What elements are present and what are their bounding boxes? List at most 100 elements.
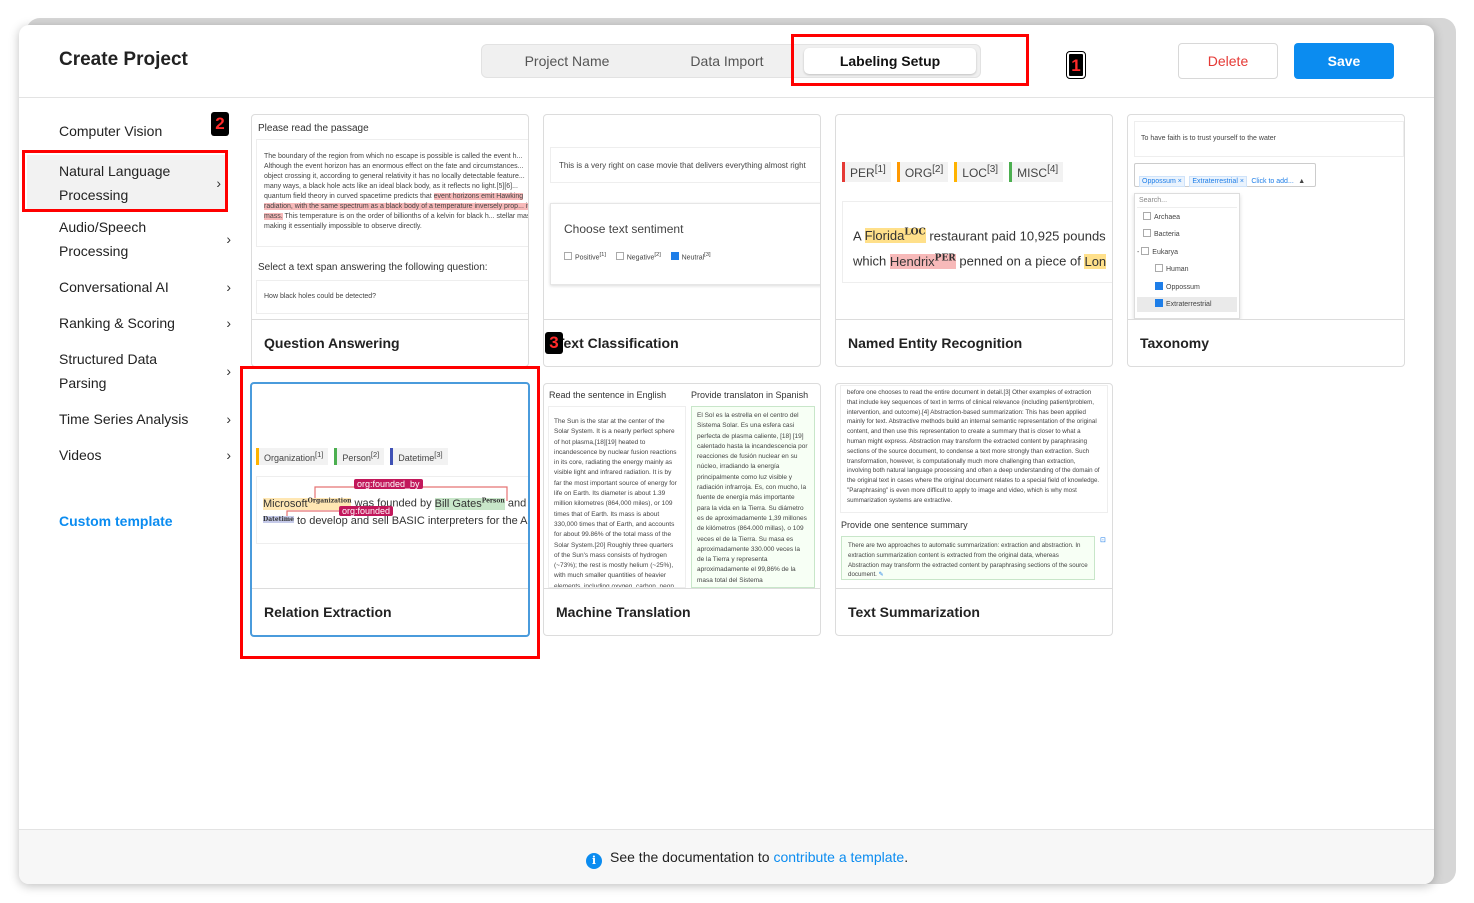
mt-right-head: Provide translaton in Spanish bbox=[691, 390, 809, 400]
mt-source-text: The Sun is the star at the center of the… bbox=[548, 406, 686, 588]
card-title: Named Entity Recognition bbox=[848, 335, 1023, 351]
qa-question-prompt: Select a text span answering the followi… bbox=[258, 262, 488, 273]
sidebar-item-structured-data-parsing[interactable]: Structured Data Parsing › bbox=[59, 347, 231, 395]
tc-choose-label: Choose text sentiment bbox=[564, 222, 684, 236]
modal-header: Create Project Project Name Data Import … bbox=[19, 25, 1434, 98]
sidebar-item-videos[interactable]: Videos › bbox=[59, 443, 231, 467]
template-card-machine-translation[interactable]: Read the sentence in English Provide tra… bbox=[543, 383, 821, 636]
sidebar-item-conversational-ai[interactable]: Conversational AI › bbox=[59, 275, 231, 299]
tax-item-human[interactable]: Human bbox=[1155, 264, 1189, 275]
template-card-named-entity-recognition[interactable]: PER[1] ORG[2] LOC[3] MISC[4] A FloridaLOC r… bbox=[835, 114, 1113, 367]
mt-translation-input[interactable]: El Sol es la estrella en el centro del S… bbox=[691, 406, 815, 588]
caret-up-icon: ▲ bbox=[1298, 178, 1306, 185]
sidebar-item-label: Videos bbox=[59, 447, 102, 463]
tax-item-archaea[interactable]: Archaea bbox=[1143, 212, 1180, 223]
mt-left-head: Read the sentence in English bbox=[549, 390, 667, 400]
save-button[interactable]: Save bbox=[1294, 43, 1394, 79]
tax-item-bacteria[interactable]: Bacteria bbox=[1143, 229, 1180, 240]
sidebar-item-computer-vision[interactable]: Computer Vision bbox=[59, 119, 229, 143]
tax-chip-oppossum[interactable]: Oppossum × bbox=[1139, 176, 1185, 187]
ner-text-box: A FloridaLOC restaurant paid 10,925 poun… bbox=[842, 201, 1112, 283]
chevron-right-icon: › bbox=[226, 231, 231, 247]
create-project-modal: Create Project Project Name Data Import … bbox=[19, 25, 1434, 884]
highlight-box-1 bbox=[791, 34, 1029, 86]
sidebar-item-label: Time Series Analysis bbox=[59, 411, 189, 427]
highlight-box-2 bbox=[22, 150, 228, 212]
modal-footer: i See the documentation to contribute a t… bbox=[19, 829, 1434, 884]
tax-item-oppossum[interactable]: Oppossum bbox=[1155, 282, 1200, 293]
option-negative: Negative bbox=[626, 254, 655, 262]
template-card-text-classification[interactable]: This is a very right on case movie that … bbox=[543, 114, 821, 367]
card-preview: This is a very right on case movie that … bbox=[544, 115, 820, 320]
card-preview: PER[1] ORG[2] LOC[3] MISC[4] A FloridaLOC r… bbox=[836, 115, 1112, 320]
template-card-question-answering[interactable]: Please read the passage The boundary of … bbox=[251, 114, 529, 367]
ts-summary-input[interactable]: There are two approaches to automatic su… bbox=[841, 536, 1095, 580]
ts-prompt: Provide one sentence summary bbox=[841, 520, 968, 530]
tax-select[interactable]: Oppossum × Extraterrestrial × Click to a… bbox=[1134, 163, 1316, 187]
qa-question: How black holes could be detected? bbox=[256, 280, 528, 314]
template-card-text-summarization[interactable]: before one chooses to read the entire do… bbox=[835, 383, 1113, 636]
qa-instruction: Please read the passage bbox=[258, 123, 369, 134]
ner-tag-org[interactable]: ORG[2] bbox=[896, 162, 949, 182]
sidebar-item-label: Ranking & Scoring bbox=[59, 315, 175, 331]
ts-document: before one chooses to read the entire do… bbox=[840, 385, 1108, 513]
tax-chip-extraterrestrial[interactable]: Extraterrestrial × bbox=[1189, 176, 1247, 187]
checkbox-negative[interactable] bbox=[615, 252, 624, 261]
card-preview: Read the sentence in English Provide tra… bbox=[544, 384, 820, 589]
checkbox-neutral[interactable] bbox=[670, 252, 679, 261]
qa-passage-text-end: This temperature is on the order of bill… bbox=[264, 213, 528, 230]
highlight-box-3 bbox=[240, 366, 540, 659]
ner-tag-loc[interactable]: LOC[3] bbox=[954, 162, 1004, 182]
sidebar-item-label: Conversational AI bbox=[59, 279, 169, 295]
chevron-right-icon: › bbox=[226, 279, 231, 295]
tc-choices-box: Choose text sentiment Positive[1] Negati… bbox=[550, 203, 820, 285]
chevron-right-icon: › bbox=[226, 447, 231, 463]
card-title: Machine Translation bbox=[556, 604, 691, 620]
card-preview: Please read the passage The boundary of … bbox=[252, 115, 528, 320]
card-preview: To have faith is to trust yourself to th… bbox=[1128, 115, 1404, 320]
contribute-template-link[interactable]: contribute a template bbox=[773, 849, 904, 865]
delete-icon[interactable]: ⊡ bbox=[1100, 536, 1106, 546]
card-title: Question Answering bbox=[264, 335, 400, 351]
tc-sentence: This is a very right on case movie that … bbox=[550, 147, 820, 183]
ner-tag-misc[interactable]: MISC[4] bbox=[1009, 162, 1064, 182]
ner-entity-florida[interactable]: FloridaLOC bbox=[864, 228, 926, 244]
ner-entity-hendrix[interactable]: HendrixPER bbox=[889, 253, 956, 269]
tax-quote: To have faith is to trust yourself to th… bbox=[1134, 121, 1404, 157]
tax-item-eukarya[interactable]: - Eukarya bbox=[1137, 247, 1178, 258]
footer-text: i See the documentation to contribute a t… bbox=[586, 849, 908, 869]
info-icon: i bbox=[586, 853, 602, 869]
tab-project-name[interactable]: Project Name bbox=[502, 45, 632, 77]
chevron-right-icon: › bbox=[226, 315, 231, 331]
tax-click-to-add[interactable]: Click to add... bbox=[1251, 178, 1293, 185]
qa-passage: The boundary of the region from which no… bbox=[256, 139, 528, 247]
ner-tag-per[interactable]: PER[1] bbox=[842, 162, 891, 182]
sidebar-item-label: Computer Vision bbox=[59, 123, 163, 139]
delete-button[interactable]: Delete bbox=[1178, 43, 1278, 79]
card-title: Taxonomy bbox=[1140, 335, 1209, 351]
sidebar-item-audio-speech-processing[interactable]: Audio/Speech Processing › bbox=[59, 215, 231, 263]
step-marker-1: 1 bbox=[1066, 51, 1086, 79]
tax-item-extraterrestrial[interactable]: Extraterrestrial bbox=[1137, 297, 1237, 312]
checkbox-positive[interactable] bbox=[564, 252, 572, 261]
step-marker-3: 3 bbox=[545, 332, 563, 354]
chevron-right-icon: › bbox=[226, 363, 231, 379]
tc-options: Positive[1] Negative[2] Neutral[3] bbox=[564, 250, 711, 263]
tab-data-import[interactable]: Data Import bbox=[662, 45, 792, 77]
card-title: Text Summarization bbox=[848, 604, 980, 620]
sidebar-item-time-series-analysis[interactable]: Time Series Analysis › bbox=[59, 407, 231, 431]
custom-template-link[interactable]: Custom template bbox=[59, 513, 173, 529]
card-title: Text Classification bbox=[556, 335, 679, 351]
sidebar-item-ranking-scoring[interactable]: Ranking & Scoring › bbox=[59, 311, 231, 335]
step-marker-2: 2 bbox=[211, 112, 229, 136]
option-neutral: Neutral bbox=[681, 254, 705, 262]
template-card-taxonomy[interactable]: To have faith is to trust yourself to th… bbox=[1127, 114, 1405, 367]
edit-icon[interactable]: ✎ bbox=[879, 571, 884, 578]
tax-dropdown: Search... Archaea Bacteria - Eukarya Hum… bbox=[1134, 193, 1240, 319]
ner-tag-buttons: PER[1] ORG[2] LOC[3] MISC[4] bbox=[842, 162, 1069, 182]
sidebar-item-label: Structured Data Parsing bbox=[59, 351, 158, 391]
chevron-right-icon: › bbox=[226, 411, 231, 427]
tax-search-input[interactable]: Search... bbox=[1137, 196, 1237, 208]
card-preview: before one chooses to read the entire do… bbox=[836, 384, 1112, 589]
sidebar-item-label: Audio/Speech Processing bbox=[59, 219, 147, 259]
